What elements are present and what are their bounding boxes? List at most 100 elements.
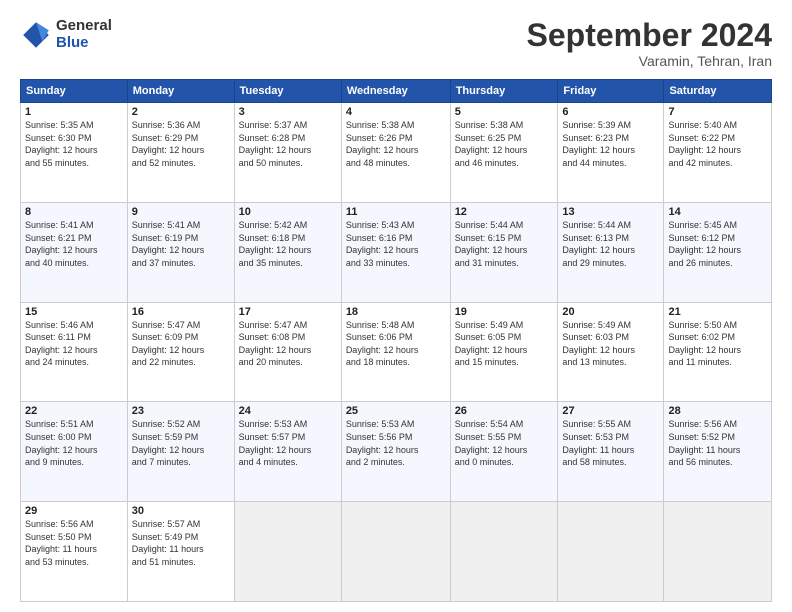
- day-info: Sunrise: 5:53 AM Sunset: 5:57 PM Dayligh…: [239, 418, 337, 468]
- col-tuesday: Tuesday: [234, 80, 341, 103]
- table-row: 4Sunrise: 5:38 AM Sunset: 6:26 PM Daylig…: [341, 103, 450, 203]
- day-number: 8: [25, 206, 123, 218]
- logo-text: General Blue: [56, 18, 112, 51]
- day-number: 7: [668, 106, 767, 118]
- day-number: 27: [562, 405, 659, 417]
- table-row: 20Sunrise: 5:49 AM Sunset: 6:03 PM Dayli…: [558, 302, 664, 402]
- col-sunday: Sunday: [21, 80, 128, 103]
- day-number: 12: [455, 206, 554, 218]
- day-info: Sunrise: 5:36 AM Sunset: 6:29 PM Dayligh…: [132, 119, 230, 169]
- table-row: 10Sunrise: 5:42 AM Sunset: 6:18 PM Dayli…: [234, 202, 341, 302]
- calendar-week-4: 22Sunrise: 5:51 AM Sunset: 6:00 PM Dayli…: [21, 402, 772, 502]
- table-row: 27Sunrise: 5:55 AM Sunset: 5:53 PM Dayli…: [558, 402, 664, 502]
- day-number: 6: [562, 106, 659, 118]
- table-row: 12Sunrise: 5:44 AM Sunset: 6:15 PM Dayli…: [450, 202, 558, 302]
- day-info: Sunrise: 5:40 AM Sunset: 6:22 PM Dayligh…: [668, 119, 767, 169]
- table-row: 2Sunrise: 5:36 AM Sunset: 6:29 PM Daylig…: [127, 103, 234, 203]
- day-info: Sunrise: 5:51 AM Sunset: 6:00 PM Dayligh…: [25, 418, 123, 468]
- day-info: Sunrise: 5:37 AM Sunset: 6:28 PM Dayligh…: [239, 119, 337, 169]
- table-row: 19Sunrise: 5:49 AM Sunset: 6:05 PM Dayli…: [450, 302, 558, 402]
- day-number: 26: [455, 405, 554, 417]
- calendar-table: Sunday Monday Tuesday Wednesday Thursday…: [20, 79, 772, 602]
- day-number: 24: [239, 405, 337, 417]
- calendar-week-1: 1Sunrise: 5:35 AM Sunset: 6:30 PM Daylig…: [21, 103, 772, 203]
- day-number: 9: [132, 206, 230, 218]
- day-info: Sunrise: 5:44 AM Sunset: 6:13 PM Dayligh…: [562, 219, 659, 269]
- table-row: 8Sunrise: 5:41 AM Sunset: 6:21 PM Daylig…: [21, 202, 128, 302]
- day-number: 18: [346, 306, 446, 318]
- table-row: 5Sunrise: 5:38 AM Sunset: 6:25 PM Daylig…: [450, 103, 558, 203]
- table-row: 28Sunrise: 5:56 AM Sunset: 5:52 PM Dayli…: [664, 402, 772, 502]
- day-number: 2: [132, 106, 230, 118]
- day-info: Sunrise: 5:56 AM Sunset: 5:50 PM Dayligh…: [25, 518, 123, 568]
- table-row: 15Sunrise: 5:46 AM Sunset: 6:11 PM Dayli…: [21, 302, 128, 402]
- day-info: Sunrise: 5:38 AM Sunset: 6:25 PM Dayligh…: [455, 119, 554, 169]
- day-number: 29: [25, 505, 123, 517]
- table-row: [234, 502, 341, 602]
- day-number: 13: [562, 206, 659, 218]
- calendar-week-3: 15Sunrise: 5:46 AM Sunset: 6:11 PM Dayli…: [21, 302, 772, 402]
- table-row: 23Sunrise: 5:52 AM Sunset: 5:59 PM Dayli…: [127, 402, 234, 502]
- day-number: 23: [132, 405, 230, 417]
- day-number: 1: [25, 106, 123, 118]
- day-info: Sunrise: 5:42 AM Sunset: 6:18 PM Dayligh…: [239, 219, 337, 269]
- table-row: 13Sunrise: 5:44 AM Sunset: 6:13 PM Dayli…: [558, 202, 664, 302]
- page-header: General Blue September 2024 Varamin, Teh…: [20, 18, 772, 69]
- day-info: Sunrise: 5:56 AM Sunset: 5:52 PM Dayligh…: [668, 418, 767, 468]
- day-number: 5: [455, 106, 554, 118]
- calendar-header-row: Sunday Monday Tuesday Wednesday Thursday…: [21, 80, 772, 103]
- day-info: Sunrise: 5:57 AM Sunset: 5:49 PM Dayligh…: [132, 518, 230, 568]
- day-info: Sunrise: 5:48 AM Sunset: 6:06 PM Dayligh…: [346, 319, 446, 369]
- table-row: 14Sunrise: 5:45 AM Sunset: 6:12 PM Dayli…: [664, 202, 772, 302]
- table-row: 6Sunrise: 5:39 AM Sunset: 6:23 PM Daylig…: [558, 103, 664, 203]
- table-row: [558, 502, 664, 602]
- day-info: Sunrise: 5:54 AM Sunset: 5:55 PM Dayligh…: [455, 418, 554, 468]
- day-info: Sunrise: 5:39 AM Sunset: 6:23 PM Dayligh…: [562, 119, 659, 169]
- day-number: 25: [346, 405, 446, 417]
- day-number: 21: [668, 306, 767, 318]
- location: Varamin, Tehran, Iran: [527, 53, 772, 69]
- day-info: Sunrise: 5:47 AM Sunset: 6:08 PM Dayligh…: [239, 319, 337, 369]
- day-number: 11: [346, 206, 446, 218]
- logo-blue-text: Blue: [56, 35, 112, 52]
- table-row: [664, 502, 772, 602]
- col-friday: Friday: [558, 80, 664, 103]
- title-block: September 2024 Varamin, Tehran, Iran: [527, 18, 772, 69]
- logo-general-text: General: [56, 18, 112, 35]
- day-number: 10: [239, 206, 337, 218]
- day-info: Sunrise: 5:38 AM Sunset: 6:26 PM Dayligh…: [346, 119, 446, 169]
- table-row: 7Sunrise: 5:40 AM Sunset: 6:22 PM Daylig…: [664, 103, 772, 203]
- table-row: 22Sunrise: 5:51 AM Sunset: 6:00 PM Dayli…: [21, 402, 128, 502]
- day-info: Sunrise: 5:46 AM Sunset: 6:11 PM Dayligh…: [25, 319, 123, 369]
- day-number: 17: [239, 306, 337, 318]
- table-row: 24Sunrise: 5:53 AM Sunset: 5:57 PM Dayli…: [234, 402, 341, 502]
- table-row: [341, 502, 450, 602]
- day-number: 15: [25, 306, 123, 318]
- day-number: 30: [132, 505, 230, 517]
- logo-icon: [20, 19, 52, 51]
- day-number: 16: [132, 306, 230, 318]
- col-wednesday: Wednesday: [341, 80, 450, 103]
- table-row: 30Sunrise: 5:57 AM Sunset: 5:49 PM Dayli…: [127, 502, 234, 602]
- table-row: 29Sunrise: 5:56 AM Sunset: 5:50 PM Dayli…: [21, 502, 128, 602]
- table-row: 11Sunrise: 5:43 AM Sunset: 6:16 PM Dayli…: [341, 202, 450, 302]
- table-row: 25Sunrise: 5:53 AM Sunset: 5:56 PM Dayli…: [341, 402, 450, 502]
- day-info: Sunrise: 5:55 AM Sunset: 5:53 PM Dayligh…: [562, 418, 659, 468]
- table-row: 18Sunrise: 5:48 AM Sunset: 6:06 PM Dayli…: [341, 302, 450, 402]
- col-thursday: Thursday: [450, 80, 558, 103]
- calendar-week-2: 8Sunrise: 5:41 AM Sunset: 6:21 PM Daylig…: [21, 202, 772, 302]
- table-row: 3Sunrise: 5:37 AM Sunset: 6:28 PM Daylig…: [234, 103, 341, 203]
- day-info: Sunrise: 5:45 AM Sunset: 6:12 PM Dayligh…: [668, 219, 767, 269]
- day-info: Sunrise: 5:41 AM Sunset: 6:21 PM Dayligh…: [25, 219, 123, 269]
- day-info: Sunrise: 5:50 AM Sunset: 6:02 PM Dayligh…: [668, 319, 767, 369]
- table-row: [450, 502, 558, 602]
- day-info: Sunrise: 5:52 AM Sunset: 5:59 PM Dayligh…: [132, 418, 230, 468]
- day-info: Sunrise: 5:41 AM Sunset: 6:19 PM Dayligh…: [132, 219, 230, 269]
- table-row: 1Sunrise: 5:35 AM Sunset: 6:30 PM Daylig…: [21, 103, 128, 203]
- month-title: September 2024: [527, 18, 772, 53]
- table-row: 21Sunrise: 5:50 AM Sunset: 6:02 PM Dayli…: [664, 302, 772, 402]
- col-saturday: Saturday: [664, 80, 772, 103]
- day-number: 20: [562, 306, 659, 318]
- day-number: 4: [346, 106, 446, 118]
- table-row: 26Sunrise: 5:54 AM Sunset: 5:55 PM Dayli…: [450, 402, 558, 502]
